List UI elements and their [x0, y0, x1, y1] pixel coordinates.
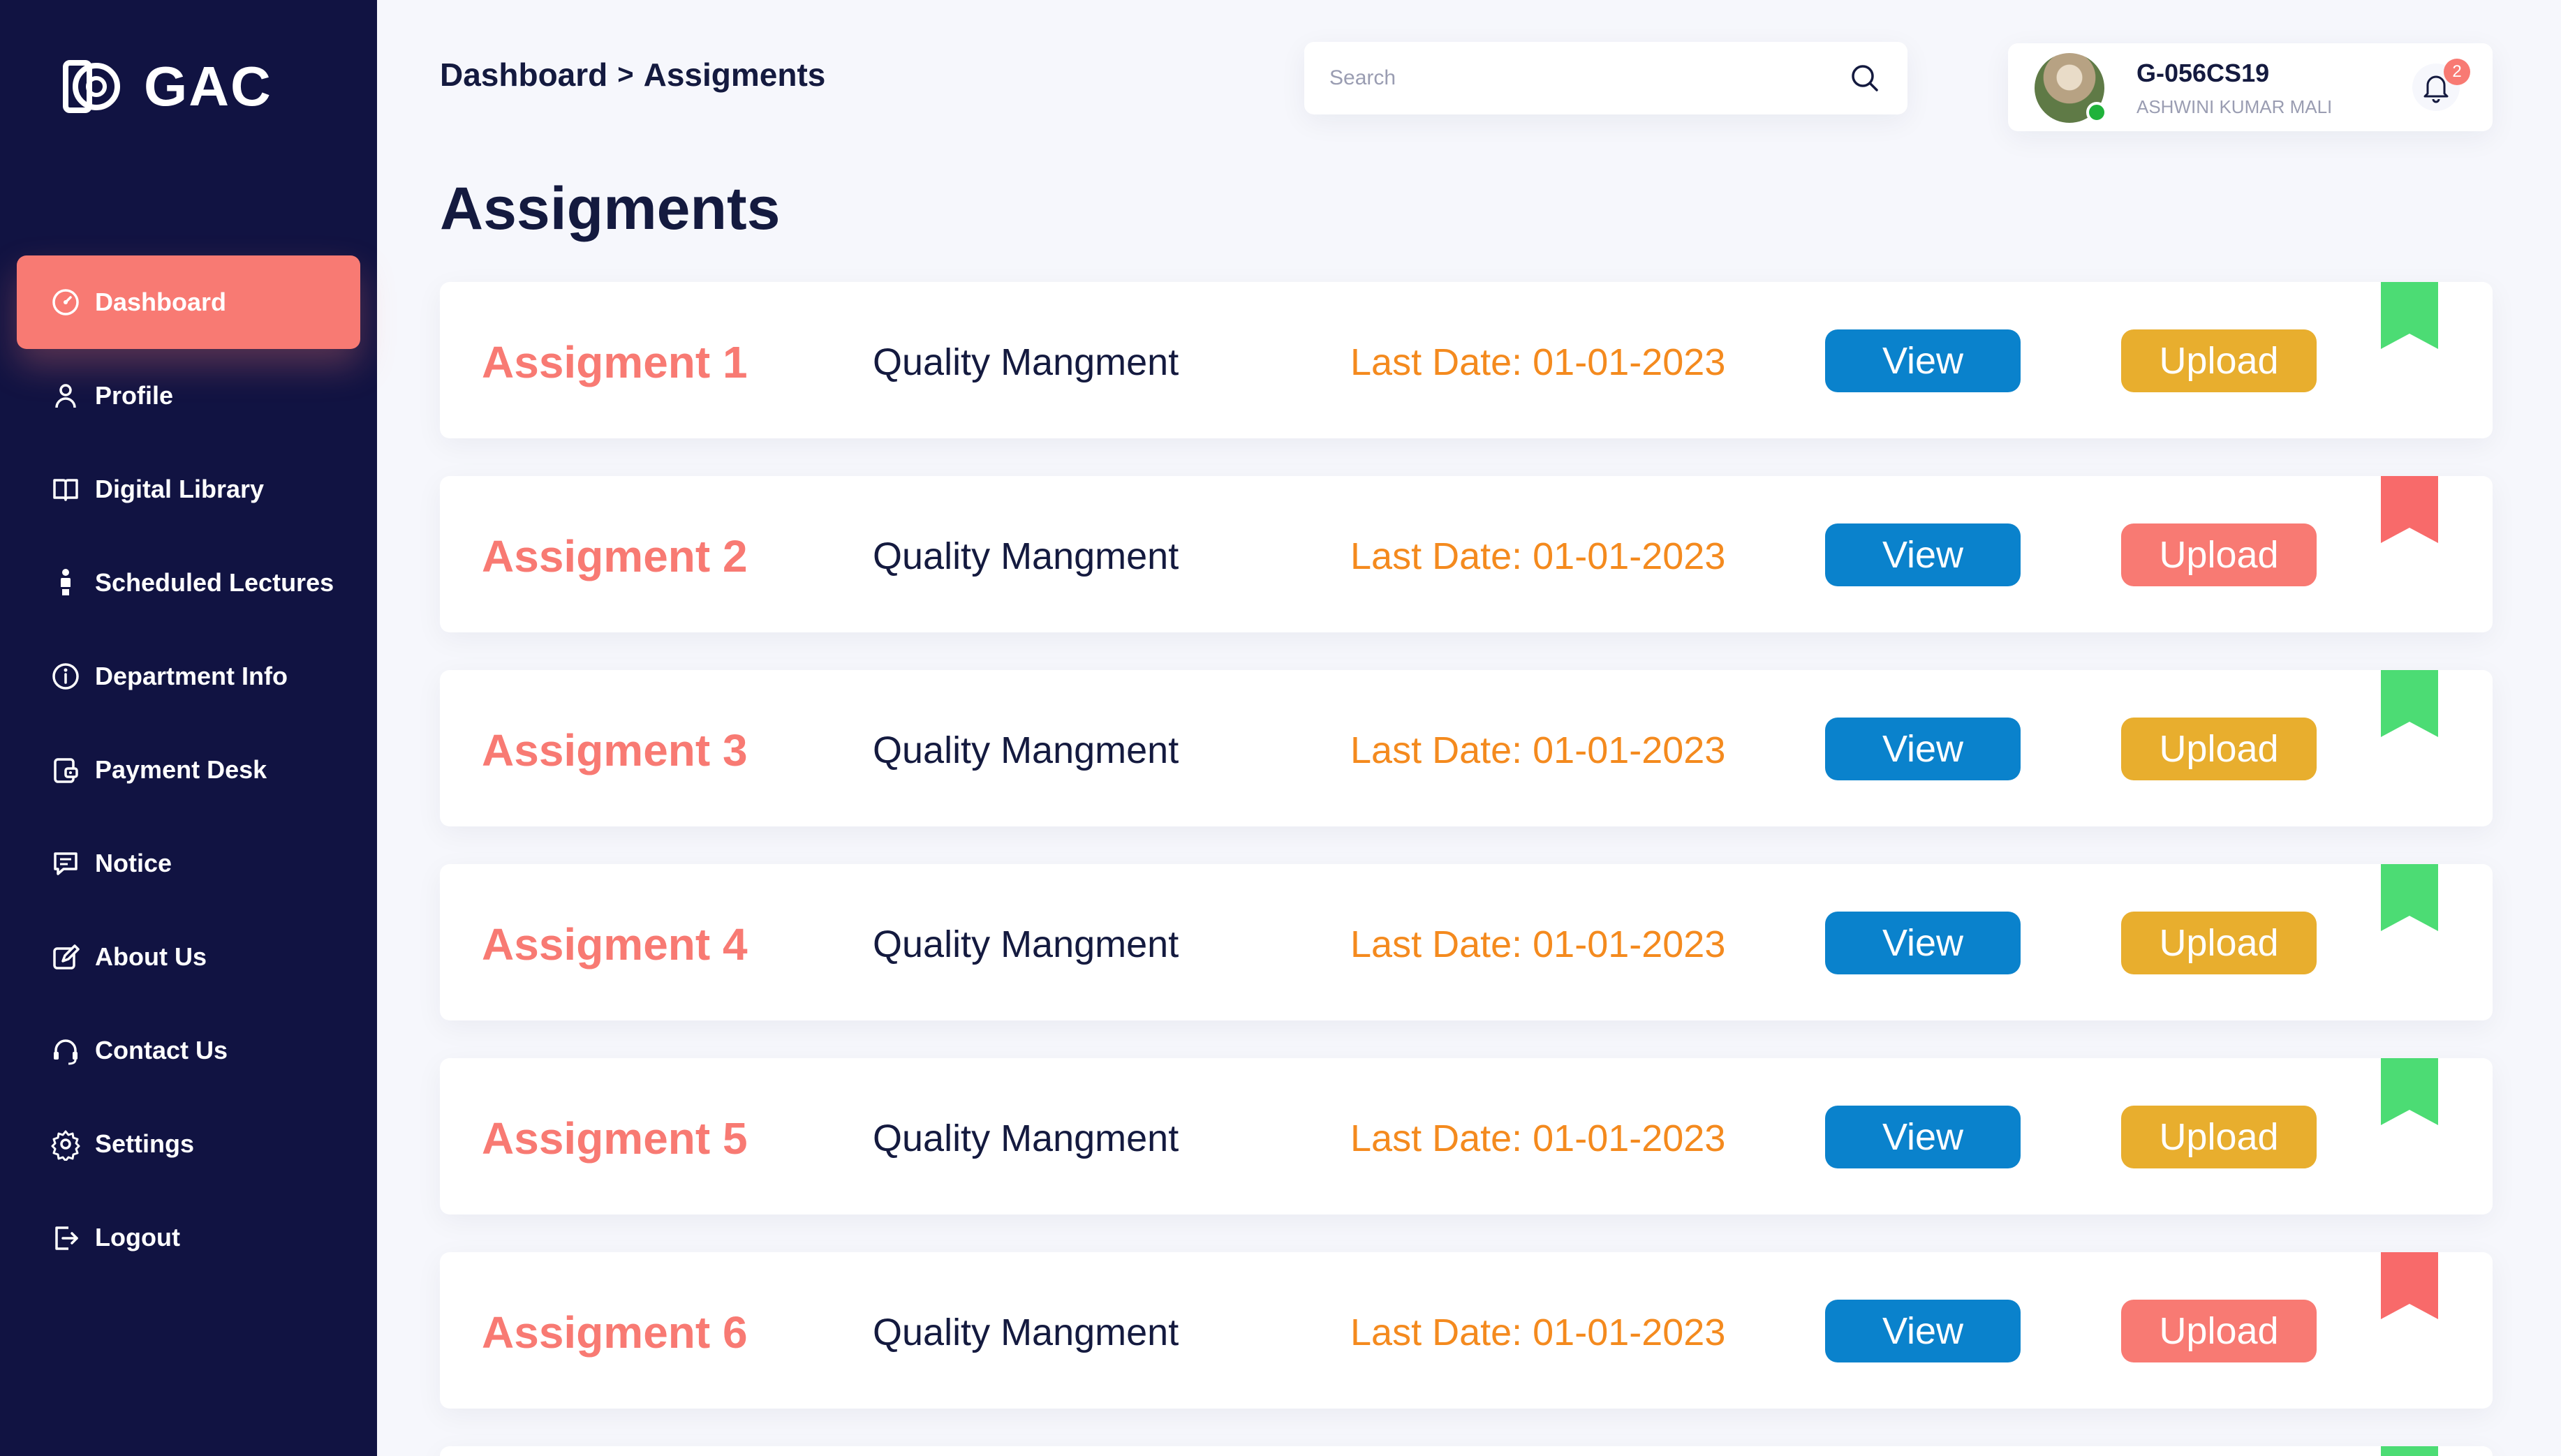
breadcrumb-root[interactable]: Dashboard	[440, 56, 607, 94]
payment-icon	[49, 753, 82, 787]
edit-icon	[49, 940, 82, 974]
view-button[interactable]: View	[1825, 718, 2021, 780]
sidebar-item-notice[interactable]: Notice	[17, 817, 360, 910]
logo-icon	[63, 60, 120, 113]
assignment-card: Assigment 1 Quality Mangment Last Date: 01…	[440, 282, 2493, 438]
sidebar-item-label: Payment Desk	[95, 755, 267, 784]
dashboard-gauge-icon	[49, 285, 82, 319]
headset-icon	[49, 1034, 82, 1067]
view-button[interactable]: View	[1825, 329, 2021, 392]
search-icon[interactable]	[1847, 61, 1882, 96]
assignment-name: Assigment 4	[482, 919, 748, 970]
assignment-due-date: Last Date: 01-01-2023	[1350, 535, 1726, 577]
status-ribbon-done-icon	[2381, 1446, 2438, 1456]
breadcrumb: Dashboard > Assigments	[440, 56, 825, 94]
avatar[interactable]	[2035, 53, 2107, 123]
assignment-name: Assigment 1	[482, 337, 748, 387]
status-ribbon-pending-icon	[2381, 476, 2438, 543]
assignment-subject: Quality Mangment	[873, 1117, 1179, 1159]
assignment-card: Assigment 5 Quality Mangment Last Date: 01…	[440, 1058, 2493, 1214]
online-status-dot	[2086, 102, 2107, 123]
sidebar-item-label: Notice	[95, 849, 172, 877]
upload-button[interactable]: Upload	[2121, 718, 2317, 780]
assignment-due-date: Last Date: 01-01-2023	[1350, 1312, 1726, 1353]
user-name: ASHWINI KUMAR MALI	[2136, 96, 2333, 117]
assignment-subject: Quality Mangment	[873, 535, 1179, 577]
notifications-button[interactable]: 2	[2412, 59, 2470, 112]
sidebar-item-label: Settings	[95, 1129, 195, 1158]
assignment-subject: Quality Mangment	[873, 1312, 1179, 1353]
message-icon	[49, 847, 82, 880]
search-box	[1304, 42, 1907, 114]
breadcrumb-separator: >	[617, 59, 634, 90]
view-button[interactable]: View	[1825, 1300, 2021, 1362]
upload-button[interactable]: Upload	[2121, 1300, 2317, 1362]
book-icon	[49, 473, 82, 506]
status-ribbon-done-icon	[2381, 670, 2438, 737]
sidebar-item-label: Dashboard	[95, 288, 227, 316]
sidebar-item-digital-library[interactable]: Digital Library	[17, 443, 360, 536]
assignment-due-date: Last Date: 01-01-2023	[1350, 729, 1726, 771]
sidebar-item-settings[interactable]: Settings	[17, 1097, 360, 1191]
assignment-name: Assigment 5	[482, 1113, 748, 1164]
sidebar: GAC Dashboard Profile Digital Library Sched…	[0, 0, 377, 1456]
sidebar-item-label: About Us	[95, 942, 207, 971]
sidebar-item-contact-us[interactable]: Contact Us	[17, 1004, 360, 1097]
sidebar-item-label: Contact Us	[95, 1036, 228, 1064]
app-logo[interactable]: GAC	[61, 54, 272, 119]
upload-button[interactable]: Upload	[2121, 912, 2317, 974]
user-profile-card[interactable]: G-056CS19 ASHWINI KUMAR MALI 2	[2008, 43, 2493, 131]
view-button[interactable]: View	[1825, 523, 2021, 586]
assignment-card: Assigment 4 Quality Mangment Last Date: 01…	[440, 864, 2493, 1020]
view-button[interactable]: View	[1825, 912, 2021, 974]
info-icon	[49, 660, 82, 693]
status-ribbon-done-icon	[2381, 864, 2438, 931]
sidebar-item-label: Digital Library	[95, 475, 265, 503]
assignment-name: Assigment 3	[482, 725, 748, 775]
user-icon	[49, 379, 82, 413]
assignment-card: Assigment 3 Quality Mangment Last Date: 01…	[440, 670, 2493, 826]
page-title: Assigments	[440, 175, 781, 242]
status-ribbon-pending-icon	[2381, 1252, 2438, 1319]
breadcrumb-current: Assigments	[643, 57, 826, 93]
assignment-card: Assigment 2 Quality Mangment Last Date: 01…	[440, 476, 2493, 632]
sidebar-item-profile[interactable]: Profile	[17, 349, 360, 443]
sidebar-item-about-us[interactable]: About Us	[17, 910, 360, 1004]
status-ribbon-done-icon	[2381, 282, 2438, 349]
assignment-name: Assigment 2	[482, 531, 748, 581]
upload-button[interactable]: Upload	[2121, 523, 2317, 586]
sidebar-item-scheduled-lectures[interactable]: Scheduled Lectures	[17, 536, 360, 630]
gear-icon	[49, 1127, 82, 1162]
assignment-name: Assigment 6	[482, 1307, 748, 1358]
assignment-subject: Quality Mangment	[873, 729, 1179, 771]
user-id: G-056CS19	[2136, 59, 2270, 87]
assignment-due-date: Last Date: 01-01-2023	[1350, 923, 1726, 965]
upload-button[interactable]: Upload	[2121, 1106, 2317, 1168]
app-name: GAC	[144, 55, 272, 117]
assignment-due-date: Last Date: 01-01-2023	[1350, 1117, 1726, 1159]
assignment-card: Assigment 6 Quality Mangment Last Date: 01…	[440, 1252, 2493, 1409]
sidebar-item-logout[interactable]: Logout	[17, 1191, 360, 1284]
sidebar-item-label: Logout	[95, 1223, 180, 1251]
view-button[interactable]: View	[1825, 1106, 2021, 1168]
notification-count-badge: 2	[2444, 59, 2470, 85]
sidebar-item-label: Profile	[95, 381, 174, 410]
lecturer-icon	[49, 566, 82, 600]
sidebar-item-department-info[interactable]: Department Info	[17, 630, 360, 723]
sidebar-item-dashboard[interactable]: Dashboard	[17, 255, 360, 349]
assignment-subject: Quality Mangment	[873, 923, 1179, 965]
logout-icon	[49, 1221, 82, 1254]
status-ribbon-done-icon	[2381, 1058, 2438, 1125]
sidebar-item-label: Scheduled Lectures	[95, 568, 334, 597]
upload-button[interactable]: Upload	[2121, 329, 2317, 392]
assignment-card	[440, 1446, 2493, 1456]
sidebar-item-payment-desk[interactable]: Payment Desk	[17, 723, 360, 817]
search-input[interactable]	[1329, 66, 1847, 90]
sidebar-item-label: Department Info	[95, 662, 288, 690]
assignment-due-date: Last Date: 01-01-2023	[1350, 341, 1726, 383]
assignment-subject: Quality Mangment	[873, 341, 1179, 383]
